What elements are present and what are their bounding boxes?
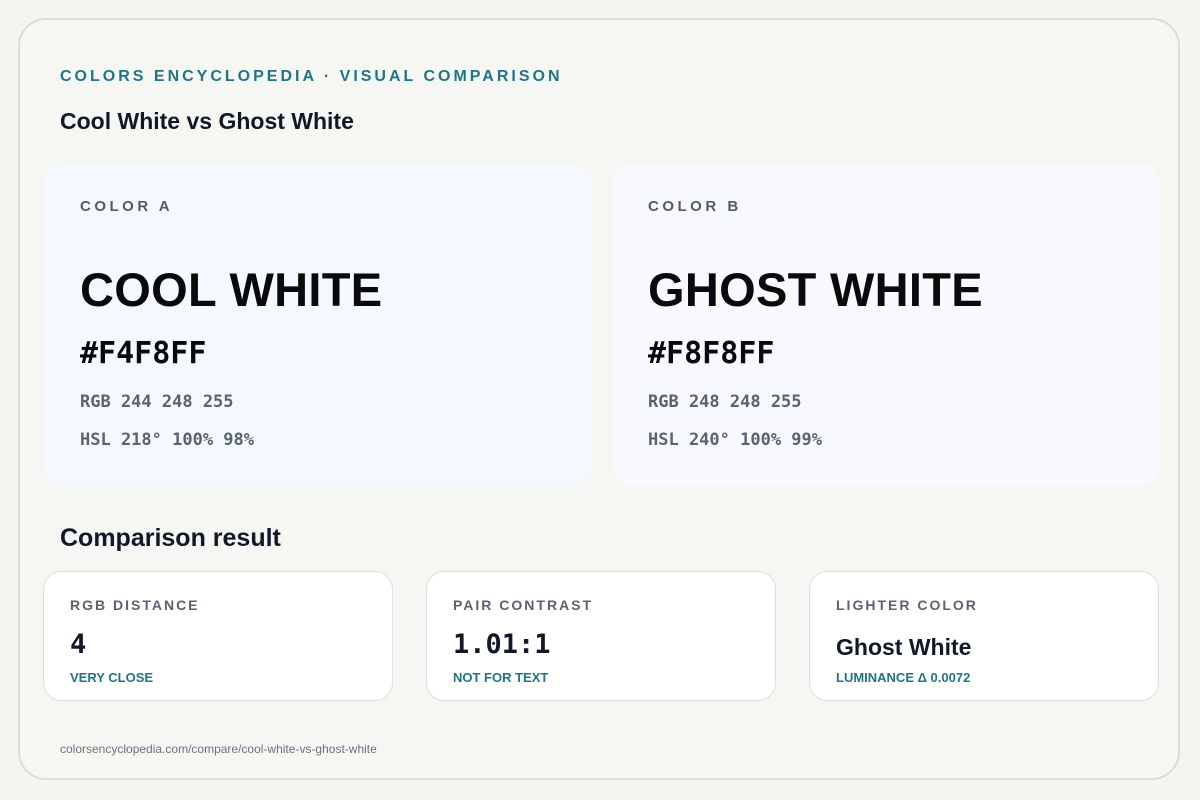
color-b-name: GHOST WHITE [648, 263, 983, 316]
pair-contrast-value: 1.01:1 [453, 629, 551, 660]
color-b-hex: #F8F8FF [648, 336, 775, 371]
color-a-hsl: HSL 218° 100% 98% [80, 430, 254, 450]
rgb-distance-card: RGB DISTANCE 4 VERY CLOSE [43, 571, 393, 701]
color-a-rgb: RGB 244 248 255 [80, 392, 234, 412]
rgb-distance-title: RGB DISTANCE [70, 597, 200, 613]
comparison-result-heading: Comparison result [60, 524, 281, 552]
color-b-hsl: HSL 240° 100% 99% [648, 430, 822, 450]
lighter-color-note: LUMINANCE Δ 0.0072 [836, 670, 971, 685]
footer-url: colorsencyclopedia.com/compare/cool-whit… [60, 742, 377, 756]
pair-contrast-title: PAIR CONTRAST [453, 597, 594, 613]
comparison-panel: COLORS ENCYCLOPEDIA · VISUAL COMPARISON … [18, 18, 1180, 780]
color-a-swatch: COLOR A COOL WHITE #F4F8FF RGB 244 248 2… [44, 164, 592, 486]
lighter-color-title: LIGHTER COLOR [836, 597, 978, 613]
color-b-label: COLOR B [648, 198, 742, 215]
color-b-swatch: COLOR B GHOST WHITE #F8F8FF RGB 248 248 … [612, 164, 1160, 486]
lighter-color-card: LIGHTER COLOR Ghost White LUMINANCE Δ 0.… [809, 571, 1159, 701]
rgb-distance-note: VERY CLOSE [70, 670, 154, 685]
lighter-color-value: Ghost White [836, 634, 972, 660]
color-a-label: COLOR A [80, 198, 174, 215]
color-a-name: COOL WHITE [80, 263, 383, 316]
page-title: Cool White vs Ghost White [60, 108, 354, 134]
color-a-hex: #F4F8FF [80, 336, 207, 371]
pair-contrast-card: PAIR CONTRAST 1.01:1 NOT FOR TEXT [426, 571, 776, 701]
pair-contrast-note: NOT FOR TEXT [453, 670, 549, 685]
color-b-rgb: RGB 248 248 255 [648, 392, 802, 412]
site-eyebrow: COLORS ENCYCLOPEDIA · VISUAL COMPARISON [60, 68, 563, 85]
rgb-distance-value: 4 [70, 629, 87, 660]
